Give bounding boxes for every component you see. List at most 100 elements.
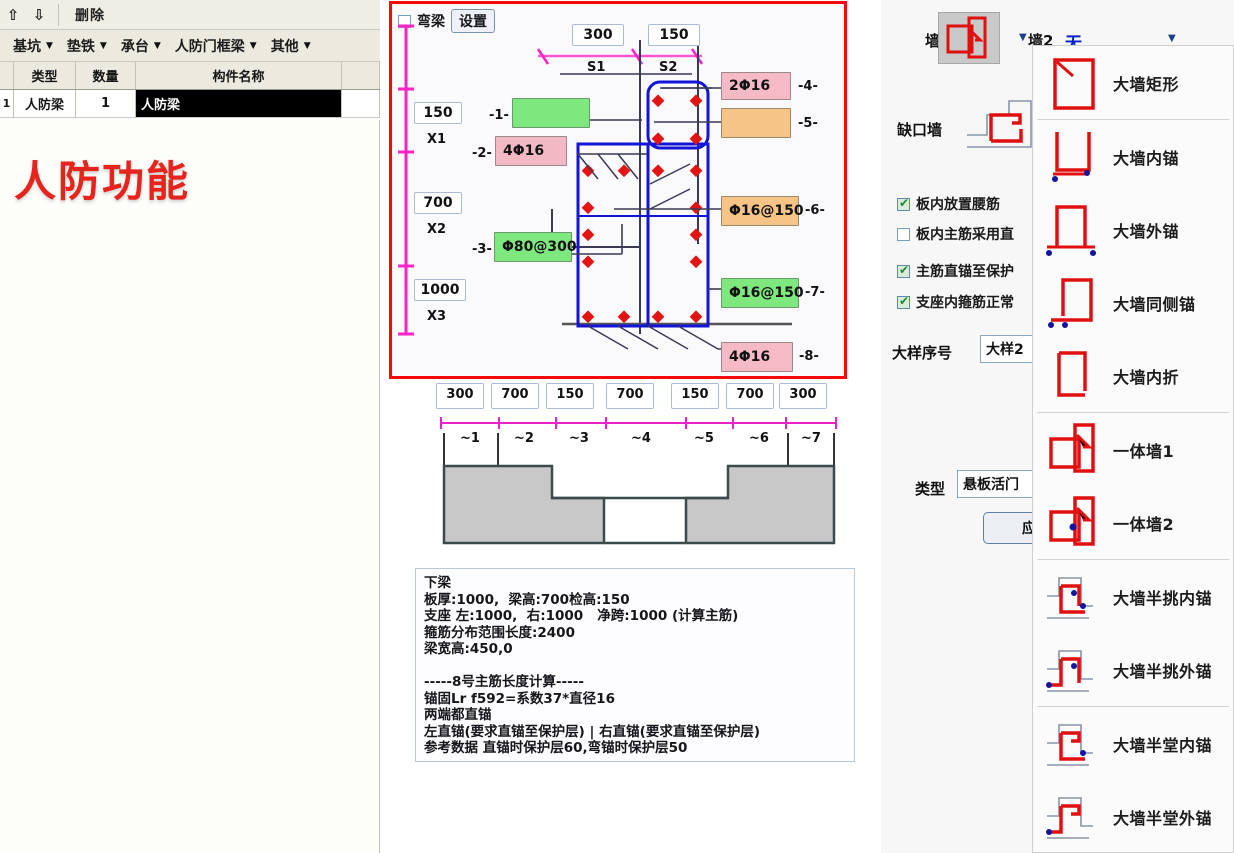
chevron-down-icon: ▼ — [304, 41, 311, 51]
dropdown-item-label: 大墙同侧锚 — [1113, 291, 1196, 315]
table-corner-cell — [0, 62, 14, 89]
annotation-tag-4: -4- — [798, 79, 818, 94]
wall-half-cantilever-inner-icon — [1045, 566, 1103, 628]
checkbox-row-2[interactable]: 主筋直锚至保护 — [897, 261, 1014, 281]
wall-half-hall-inner-icon — [1045, 713, 1103, 775]
dropdown-item-label: 大墙内折 — [1113, 364, 1179, 388]
checkbox-row-0[interactable]: 板内放置腰筋 — [897, 194, 1000, 214]
annotation-box-7[interactable]: Φ16@150 — [721, 278, 799, 308]
wall1-dropdown-caret[interactable]: ▼ — [1019, 32, 1027, 43]
delete-button[interactable]: 删除 — [65, 3, 115, 27]
dropdown-item-label: 大墙半挑内锚 — [1113, 585, 1212, 609]
dropdown-item-wall-half-hall-outer[interactable]: 大墙半堂外锚 — [1033, 780, 1233, 853]
checkbox-waist-bar[interactable] — [897, 198, 910, 211]
menubar: 基坑 ▼ 垫铁 ▼ 承台 ▼ 人防门框梁 ▼ 其他 ▼ — [0, 30, 380, 62]
wall-half-cantilever-outer-icon — [1045, 639, 1103, 701]
checkbox-label-0: 板内放置腰筋 — [916, 194, 1000, 214]
checkbox-label-1: 板内主筋采用直 — [916, 224, 1014, 244]
table-row[interactable]: 1 人防梁 1 人防梁 — [0, 90, 380, 118]
checkbox-row-1[interactable]: 板内主筋采用直 — [897, 224, 1014, 244]
annotation-box-8[interactable]: 4Φ16 — [721, 342, 793, 372]
annotation-box-4[interactable]: 2Φ16 — [721, 72, 791, 100]
checkbox-label-3: 支座内箍筋正常 — [916, 292, 1014, 312]
dropdown-item-wall-same-side-anchor[interactable]: 大墙同侧锚 — [1033, 266, 1233, 339]
profile-tag-3: ~3 — [559, 431, 599, 446]
annotation-box-1[interactable] — [512, 98, 590, 128]
dropdown-item-integrated-wall-2[interactable]: 一体墙2 — [1033, 486, 1233, 559]
dropdown-item-wall-half-cantilever-outer[interactable]: 大墙半挑外锚 — [1033, 633, 1233, 706]
dropdown-item-label: 大墙矩形 — [1113, 71, 1179, 95]
menu-item-renfangmenkuangliang[interactable]: 人防门框梁 ▼ — [168, 34, 264, 58]
top-dim-box-2[interactable]: 150 — [648, 24, 700, 46]
row-type-cell[interactable]: 人防梁 — [14, 90, 76, 118]
annotation-tag-5: -5- — [798, 116, 818, 131]
dropdown-item-wall-rect[interactable]: 大墙矩形 — [1033, 46, 1233, 119]
checkbox-anchor-to-cover[interactable] — [897, 265, 910, 278]
center-panel: 弯梁 设置 — [381, 0, 881, 853]
annotation-tag-7: -7- — [805, 285, 825, 300]
wall2-dropdown-caret[interactable]: ▼ — [1168, 33, 1176, 44]
dropdown-item-wall-half-cantilever-inner[interactable]: 大墙半挑内锚 — [1033, 560, 1233, 633]
arrow-down-icon[interactable]: ⇩ — [26, 1, 52, 29]
row-index-cell[interactable]: 1 — [0, 90, 14, 118]
menu-item-label: 基坑 — [13, 36, 41, 56]
table-header-type: 类型 — [14, 62, 76, 89]
annotation-box-5[interactable] — [721, 108, 791, 138]
integrated-wall-2-icon — [1045, 492, 1103, 554]
annotation-box-2[interactable]: 4Φ16 — [495, 136, 567, 166]
menu-item-label: 承台 — [121, 36, 149, 56]
menu-item-qita[interactable]: 其他 ▼ — [264, 34, 318, 58]
chevron-down-icon: ▼ — [154, 41, 161, 51]
profile-tag-5: ~5 — [684, 431, 724, 446]
checkbox-label-2: 主筋直锚至保护 — [916, 261, 1014, 281]
dropdown-item-label: 大墙内锚 — [1113, 145, 1179, 169]
left-panel: ⇧ ⇩ 删除 基坑 ▼ 垫铁 ▼ 承台 ▼ 人防门框梁 ▼ 其他 — [0, 0, 380, 853]
dropdown-item-label: 大墙半挑外锚 — [1113, 658, 1212, 682]
annotation-tag-6: -6- — [805, 203, 825, 218]
toolbar-divider — [58, 4, 59, 26]
checkbox-support-stirrup[interactable] — [897, 296, 910, 309]
row-spacer-cell — [342, 90, 380, 118]
dropdown-item-wall-half-hall-inner[interactable]: 大墙半堂内锚 — [1033, 707, 1233, 780]
left-dim-box-2[interactable]: 700 — [414, 192, 462, 214]
wall-type-dropdown-list[interactable]: 大墙矩形 大墙内锚 — [1032, 45, 1234, 853]
type-label: 类型 — [915, 478, 945, 499]
table-header-row: 类型 数量 构件名称 — [0, 62, 380, 90]
row-name-cell[interactable]: 人防梁 — [136, 90, 342, 118]
annotation-box-3[interactable]: Φ80@300 — [494, 232, 572, 262]
cad-drawing-panel[interactable]: 弯梁 设置 — [389, 1, 847, 379]
profile-tag-7: ~7 — [791, 431, 831, 446]
profile-tag-6: ~6 — [739, 431, 779, 446]
menu-item-dietie[interactable]: 垫铁 ▼ — [60, 34, 114, 58]
row-qty-cell[interactable]: 1 — [76, 90, 136, 118]
menu-item-label: 人防门框梁 — [175, 36, 245, 56]
annotation-box-6[interactable]: Φ16@150 — [721, 196, 799, 226]
dropdown-item-label: 一体墙1 — [1113, 438, 1174, 462]
integrated-wall-1-icon — [1045, 419, 1103, 481]
dropdown-item-wall-inner-fold[interactable]: 大墙内折 — [1033, 339, 1233, 412]
menu-item-chengtai[interactable]: 承台 ▼ — [114, 34, 168, 58]
left-dim-box-3[interactable]: 1000 — [414, 279, 466, 301]
profile-tag-1: ~1 — [450, 431, 490, 446]
table-header-qty: 数量 — [76, 62, 136, 89]
top-dim-box-1[interactable]: 300 — [572, 24, 624, 46]
annotation-tag-1: -1- — [489, 108, 509, 123]
calculation-info-box: 下梁 板厚:1000, 梁高:700检高:150 支座 左:1000, 右:10… — [415, 568, 855, 762]
checkbox-row-3[interactable]: 支座内箍筋正常 — [897, 292, 1014, 312]
menu-item-jikeng[interactable]: 基坑 ▼ — [6, 34, 60, 58]
checkbox-main-bar-straight[interactable] — [897, 228, 910, 241]
left-dim-box-1[interactable]: 150 — [414, 102, 462, 124]
wall-inner-fold-icon — [1045, 345, 1103, 407]
arrow-up-icon[interactable]: ⇧ — [0, 1, 26, 29]
dropdown-item-wall-inner-anchor[interactable]: 大墙内锚 — [1033, 120, 1233, 193]
page-title: 人防功能 — [14, 148, 190, 209]
wall-outer-anchor-icon — [1045, 199, 1103, 261]
profile-tag-2: ~2 — [504, 431, 544, 446]
dropdown-item-wall-outer-anchor[interactable]: 大墙外锚 — [1033, 193, 1233, 266]
dropdown-item-label: 大墙外锚 — [1113, 218, 1179, 242]
wall-same-side-anchor-icon — [1045, 272, 1103, 334]
wall-shape-icon — [939, 13, 999, 63]
dropdown-item-integrated-wall-1[interactable]: 一体墙1 — [1033, 413, 1233, 486]
table-header-spacer — [342, 62, 380, 89]
wall1-thumbnail[interactable] — [938, 12, 1000, 64]
